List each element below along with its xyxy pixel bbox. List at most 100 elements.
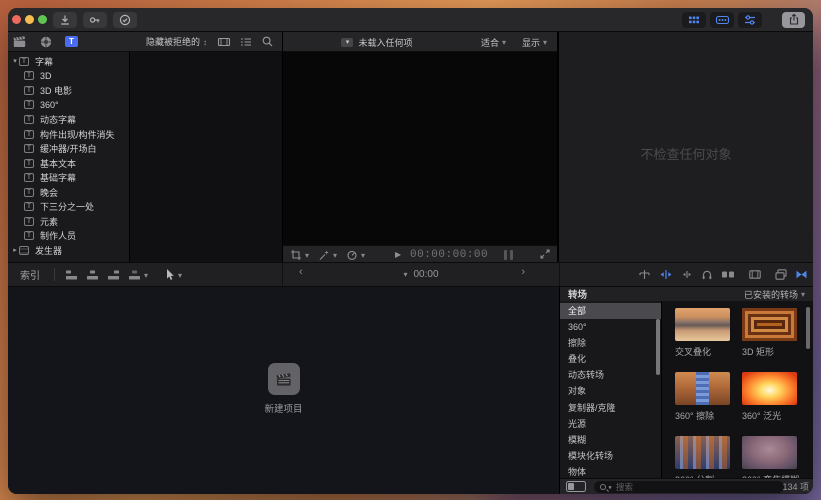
timeline-layout-button[interactable] (710, 12, 734, 28)
photos-browser-button[interactable] (774, 268, 788, 281)
connect-clip-button[interactable] (65, 269, 78, 281)
browser-toolbar: T 隐藏被拒绝的 (8, 32, 283, 52)
transitions-panel-header: 转场 已安装的转场 (560, 287, 813, 301)
category-icon (24, 86, 34, 95)
sidebar-item[interactable]: 3D 电影 (8, 83, 129, 98)
category-item[interactable]: 光源 (560, 416, 661, 432)
zoom-button[interactable] (38, 15, 47, 24)
sidebar-item-label: 元素 (40, 215, 58, 228)
titles-generators-tab[interactable]: T (65, 36, 78, 47)
category-item[interactable]: 动态转场 (560, 367, 661, 383)
insert-clip-button[interactable] (86, 269, 99, 281)
zoom-fit-dropdown[interactable]: 适合 (481, 36, 506, 49)
transition-card[interactable]: 360° 变焦模糊 (742, 436, 797, 478)
sidebar-item[interactable]: ▸ 发生器 (8, 243, 129, 258)
sidebar-item[interactable]: 360° (8, 98, 129, 113)
category-item[interactable]: 复制器/克隆 (560, 400, 661, 416)
index-button[interactable]: 索引 (20, 267, 40, 282)
search-button[interactable] (261, 35, 274, 48)
sidebar-item-label: 基础字幕 (40, 171, 76, 184)
photos-audio-tab[interactable] (39, 35, 53, 49)
tracks-icon[interactable] (637, 268, 652, 281)
transition-card[interactable]: 交叉叠化 (675, 308, 730, 358)
disclosure-triangle-icon[interactable]: ▾ (11, 57, 19, 65)
category-item[interactable]: 360° (560, 319, 661, 335)
transition-card[interactable]: 3D 矩形 (742, 308, 797, 358)
category-item[interactable]: 物体 (560, 464, 661, 478)
previous-item-button[interactable] (299, 266, 303, 278)
transition-card[interactable]: 360° 分割 (675, 436, 730, 478)
append-clip-button[interactable] (107, 269, 120, 281)
snapping-button[interactable] (720, 268, 736, 281)
transitions-category-list: 全部 360° 擦除 叠化 动态转场 (560, 301, 662, 478)
play-button[interactable] (395, 246, 401, 263)
sidebar-toggle-button[interactable] (566, 481, 586, 492)
retime-icon (346, 249, 358, 261)
tool-select-dropdown[interactable] (163, 268, 182, 281)
sidebar-item[interactable]: 基本文本 (8, 156, 129, 171)
sidebar-item[interactable]: 制作人员 (8, 229, 129, 244)
share-button[interactable] (782, 12, 805, 28)
verify-button[interactable] (113, 12, 137, 28)
key-button[interactable] (83, 12, 107, 28)
viewer-canvas[interactable] (283, 52, 558, 245)
category-icon (24, 231, 34, 240)
titlebar-right-buttons (678, 12, 813, 28)
filmstrip-view-button[interactable] (217, 35, 231, 49)
transition-card[interactable]: 360° 泛光 (742, 372, 797, 422)
sidebar-item[interactable]: 基础字幕 (8, 170, 129, 185)
sidebar-item[interactable]: 晚会 (8, 185, 129, 200)
audio-meters-icon[interactable] (504, 250, 513, 260)
timeline-pane[interactable]: 新建项目 (8, 287, 560, 494)
solo-headphones-button[interactable] (700, 268, 714, 281)
retime-dropdown[interactable] (346, 249, 365, 261)
category-item[interactable]: 模糊 (560, 432, 661, 448)
transition-card[interactable]: 360° 擦除 (675, 372, 730, 422)
sidebar-item[interactable]: ▾ 字幕 (8, 54, 129, 69)
chevron-down-icon[interactable] (403, 269, 407, 280)
category-item[interactable]: 擦除 (560, 335, 661, 351)
filter-dropdown[interactable]: 隐藏被拒绝的 (146, 35, 207, 48)
list-view-button[interactable] (239, 35, 253, 49)
timeline-toolbar-right (560, 263, 813, 286)
category-icon (24, 217, 34, 226)
view-options-dropdown[interactable]: 显示 (522, 36, 547, 49)
browser-content-area[interactable] (130, 52, 283, 262)
effects-tool-dropdown[interactable] (318, 249, 337, 261)
crop-tool-dropdown[interactable] (290, 249, 309, 261)
category-item[interactable]: 全部 (560, 303, 661, 319)
effects-browser-button[interactable] (748, 268, 762, 281)
inspector-layout-button[interactable] (738, 12, 762, 28)
close-button[interactable] (12, 15, 21, 24)
sidebar-item[interactable]: 缓冲器/开场白 (8, 141, 129, 156)
new-project-button[interactable]: 新建项目 (264, 363, 302, 415)
sidebar-item[interactable]: 动态字幕 (8, 112, 129, 127)
sidebar-item[interactable]: 下三分之一处 (8, 199, 129, 214)
media-browser-tab[interactable] (12, 35, 27, 49)
next-item-button[interactable] (521, 266, 525, 278)
search-input[interactable] (616, 482, 736, 492)
share-icon (788, 13, 800, 26)
expand-viewer-button[interactable] (539, 248, 551, 260)
minimize-button[interactable] (25, 15, 34, 24)
category-item[interactable]: 对象 (560, 383, 661, 399)
category-icon (19, 246, 29, 255)
transition-thumbnail (675, 372, 730, 405)
installed-transitions-dropdown[interactable]: 已安装的转场 (744, 288, 805, 301)
sidebar-item[interactable]: 构件出现/构件消失 (8, 127, 129, 142)
overwrite-clip-dropdown[interactable] (128, 269, 148, 281)
sidebar-item[interactable]: 3D (8, 69, 129, 84)
category-item[interactable]: 模块化转场 (560, 448, 661, 464)
browser-layout-button[interactable] (682, 12, 706, 28)
sidebar-item[interactable]: 元素 (8, 214, 129, 229)
transitions-browser-button[interactable] (794, 268, 809, 281)
categories-scrollbar[interactable] (656, 319, 660, 375)
grid-scrollbar[interactable] (806, 307, 810, 349)
category-icon (24, 144, 34, 153)
skimming-button[interactable] (658, 268, 674, 281)
search-field[interactable] (594, 481, 784, 493)
category-item[interactable]: 叠化 (560, 351, 661, 367)
download-button[interactable] (53, 12, 77, 28)
audio-skimming-button[interactable] (680, 268, 694, 281)
disclosure-triangle-icon[interactable]: ▸ (11, 246, 19, 254)
